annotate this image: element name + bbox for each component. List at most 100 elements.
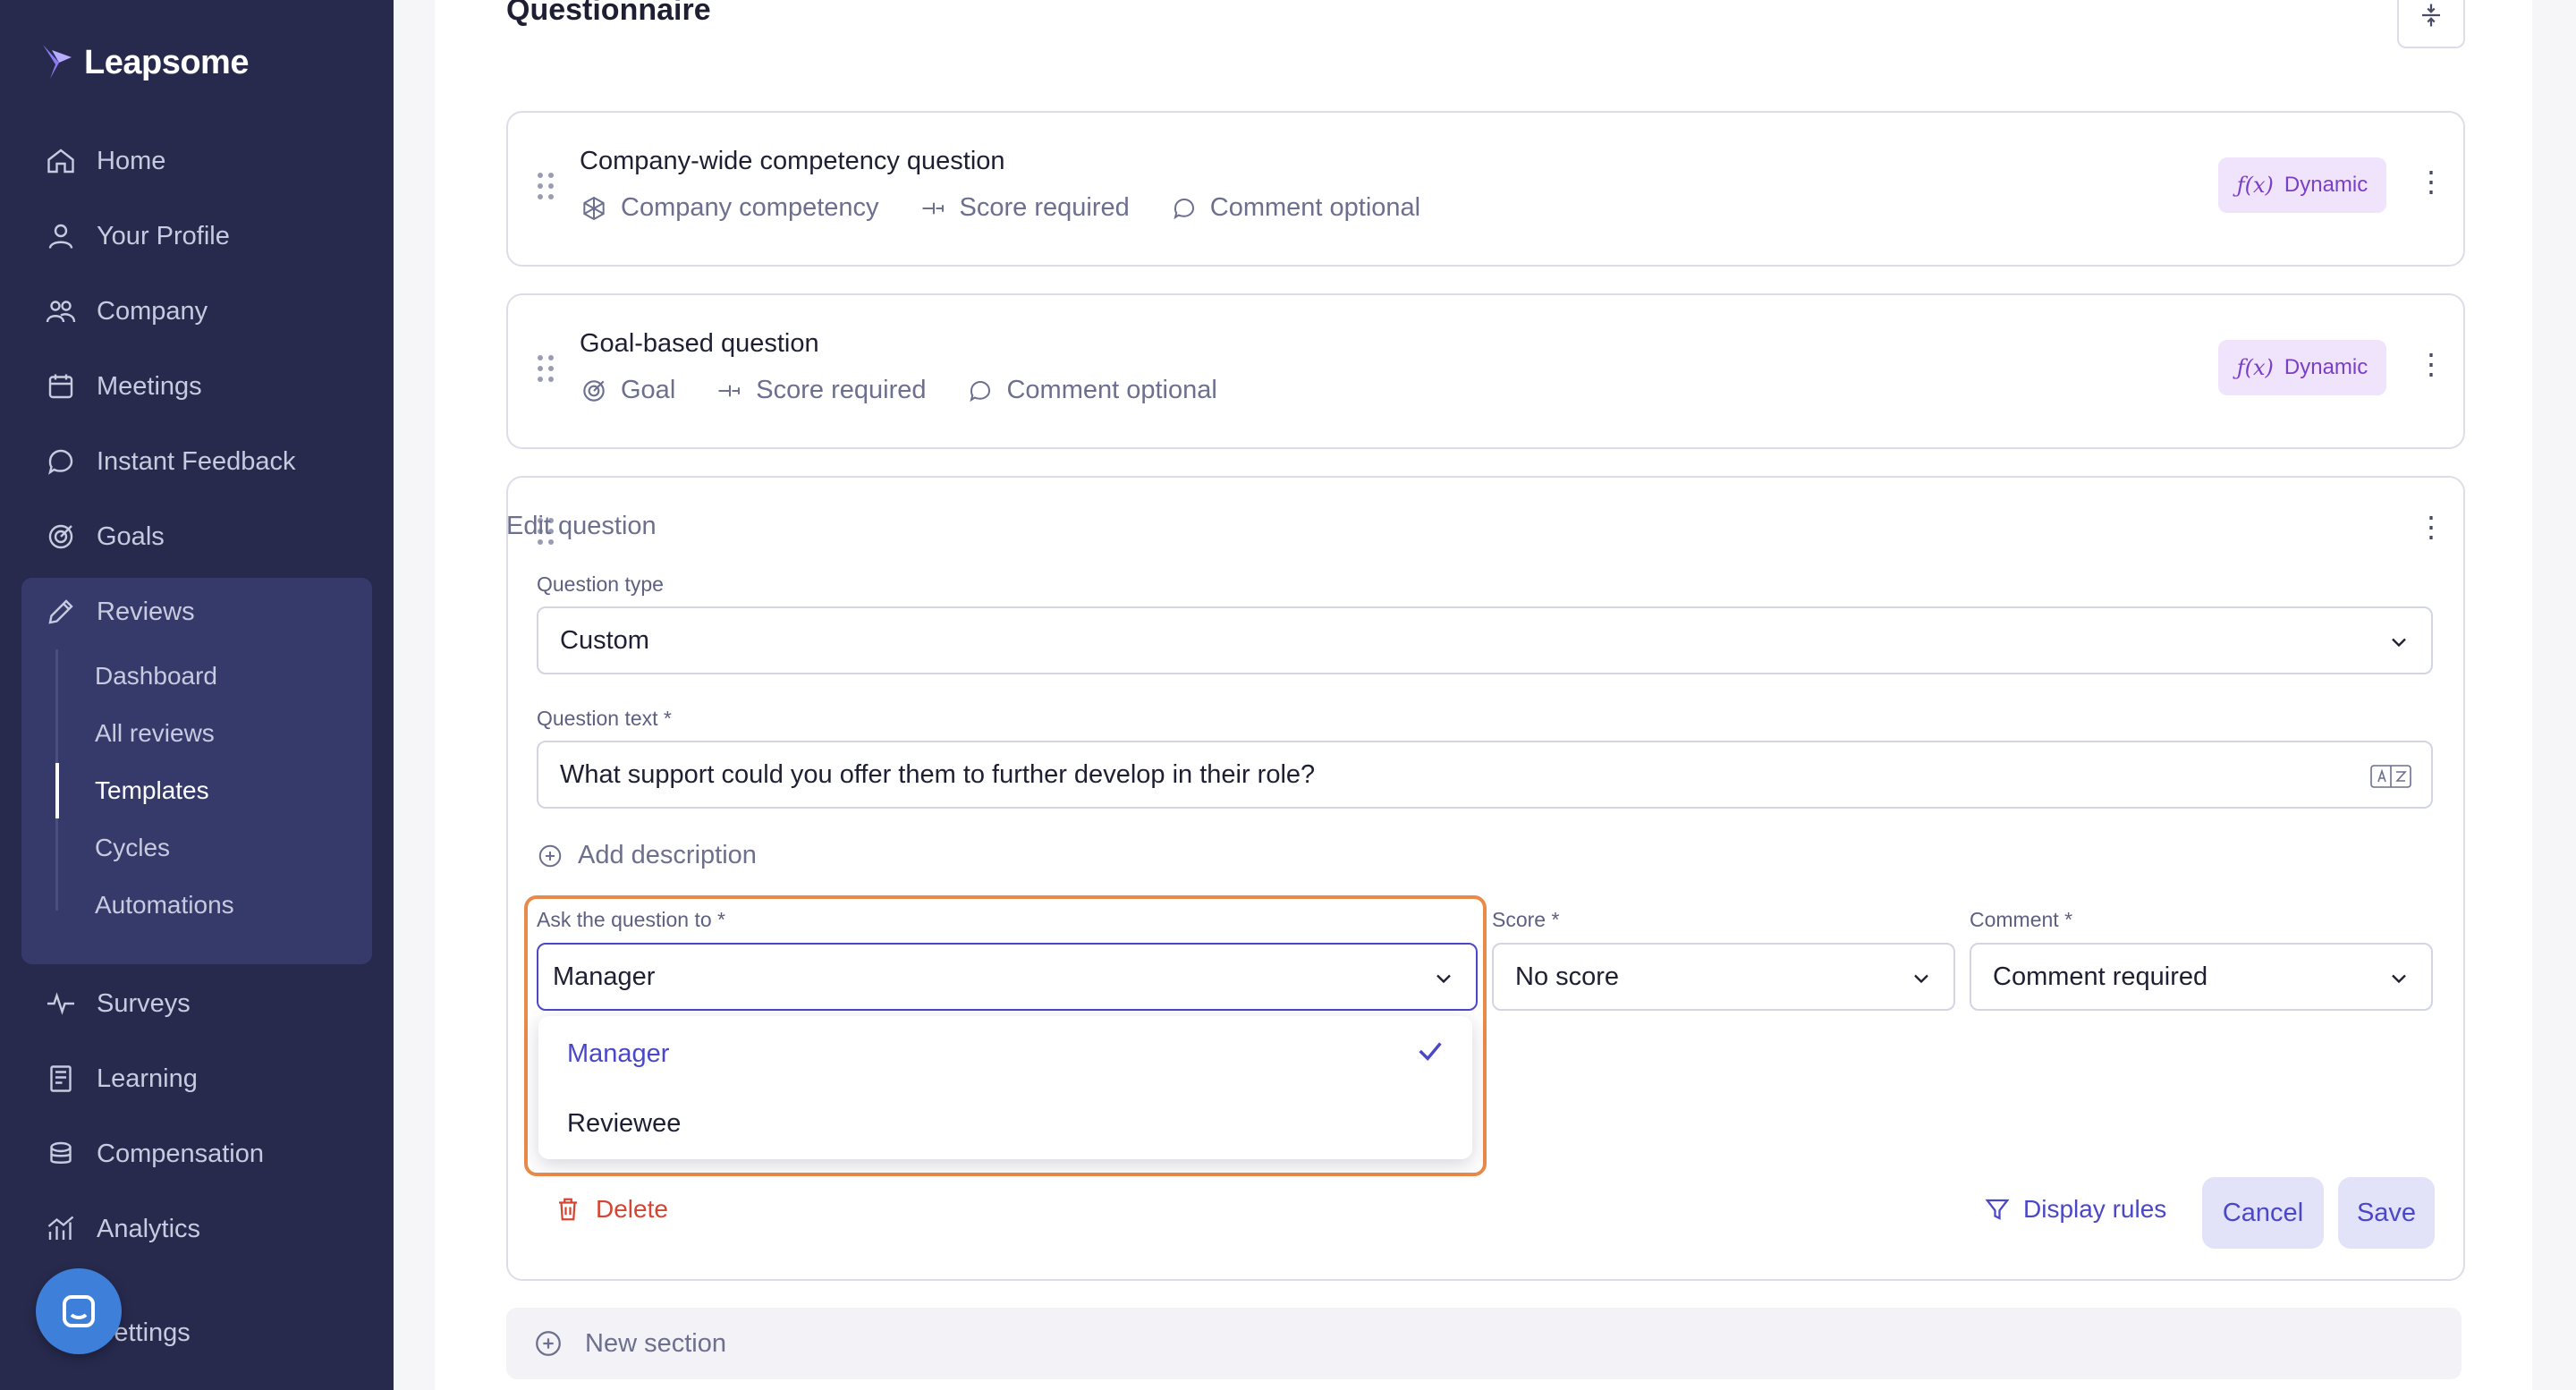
delete-label: Delete <box>596 1195 668 1223</box>
option-reviewee[interactable]: Reviewee <box>567 1109 681 1139</box>
question-meta: Goal Score required Comment optional <box>580 376 1217 405</box>
chevron-down-icon <box>2392 974 2406 984</box>
nav-label: Home <box>97 146 166 175</box>
question-type: Goal <box>621 376 676 404</box>
question-card[interactable]: Goal-based question Goal Score required … <box>506 293 2465 449</box>
chevron-down-icon <box>2392 638 2406 648</box>
page-margin <box>2532 0 2576 1390</box>
new-section-label: New section <box>585 1328 726 1358</box>
comment-select[interactable]: Comment required <box>1970 943 2433 1011</box>
sidebar-item-templates[interactable]: Templates <box>95 776 209 805</box>
question-card[interactable]: Company-wide competency question Company… <box>506 111 2465 267</box>
question-type-value: Custom <box>560 625 649 655</box>
page-title: Questionnaire <box>506 0 711 27</box>
filter-icon <box>1985 1199 2010 1220</box>
nav-item-surveys[interactable]: Surveys <box>45 987 191 1020</box>
drag-handle-icon[interactable] <box>537 354 555 383</box>
nav-label: Goals <box>97 521 165 551</box>
save-button[interactable]: Save <box>2338 1177 2435 1249</box>
sidebar-item-dashboard[interactable]: Dashboard <box>95 662 217 691</box>
function-icon: ƒ(x) <box>2236 173 2274 198</box>
dynamic-badge[interactable]: ƒ(x) Dynamic <box>2218 340 2386 395</box>
users-icon <box>46 301 76 323</box>
nav-label: Learning <box>97 1064 198 1093</box>
main-content: Questionnaire Company-wide competency qu… <box>435 0 2532 1390</box>
ask-question-to-select[interactable]: Manager <box>537 943 1478 1011</box>
nav-item-compensation[interactable]: Compensation <box>45 1138 264 1170</box>
cancel-button[interactable]: Cancel <box>2202 1177 2324 1249</box>
nav-item-your-profile[interactable]: Your Profile <box>45 220 230 252</box>
chat-widget-icon <box>63 1295 95 1327</box>
add-description-label: Add description <box>578 841 757 869</box>
chart-icon <box>47 1216 74 1240</box>
question-title: Company-wide competency question <box>580 147 1005 175</box>
nav-item-analytics[interactable]: Analytics <box>45 1213 200 1245</box>
chevron-down-icon <box>1914 974 1928 984</box>
nav-label: Instant Feedback <box>97 446 296 476</box>
score-label: Score * <box>1492 908 1560 931</box>
sidebar-item-automations[interactable]: Automations <box>95 891 234 920</box>
nav-item-goals[interactable]: Goals <box>45 521 165 553</box>
comment-icon <box>970 380 991 402</box>
nav-item-reviews[interactable]: Reviews <box>45 596 195 628</box>
brand-name: Leapsome <box>84 43 249 81</box>
badge-label: Dynamic <box>2284 173 2368 197</box>
collapse-all-button[interactable] <box>2397 0 2465 48</box>
support-chat-button[interactable] <box>36 1268 122 1354</box>
comment-icon <box>1174 198 1194 219</box>
pencil-icon <box>48 599 73 624</box>
nav-label: Your Profile <box>97 221 230 250</box>
nav-item-home[interactable]: Home <box>45 145 165 177</box>
question-text-label: Question text * <box>537 707 672 730</box>
translate-icon[interactable] <box>2370 764 2411 789</box>
comment-requirement: Comment optional <box>1006 376 1217 404</box>
sidebar-item-all-reviews[interactable]: All reviews <box>95 719 215 748</box>
comment-value: Comment required <box>1993 962 2208 991</box>
add-description-button[interactable]: Add description <box>537 841 757 870</box>
leapsome-logo-icon <box>43 45 72 79</box>
chevron-down-icon <box>1436 974 1451 984</box>
display-rules-label: Display rules <box>2023 1195 2167 1223</box>
score-icon <box>922 202 944 214</box>
comment-label: Comment * <box>1970 908 2073 931</box>
sidebar: Leapsome Home Your Profile Company Meeti… <box>0 0 394 1390</box>
user-icon <box>48 224 73 249</box>
display-rules-button[interactable]: Display rules <box>1984 1195 2166 1224</box>
score-select[interactable]: No score <box>1492 943 1955 1011</box>
more-options-icon[interactable]: ⋮ <box>2417 165 2445 199</box>
drag-handle-icon[interactable] <box>537 172 555 200</box>
ask-question-to-label: Ask the question to * <box>537 908 725 931</box>
nav-label: Reviews <box>97 597 195 626</box>
edit-question-title: Edit question <box>506 512 657 540</box>
option-manager[interactable]: Manager <box>567 1039 669 1069</box>
score-icon <box>718 385 741 396</box>
nav-item-instant-feedback[interactable]: Instant Feedback <box>45 445 295 478</box>
more-options-icon[interactable]: ⋮ <box>2417 347 2445 381</box>
question-type-label: Question type <box>537 572 664 596</box>
ask-question-to-value: Manager <box>553 962 656 991</box>
question-text-input[interactable]: What support could you offer them to fur… <box>537 741 2433 809</box>
delete-button[interactable]: Delete <box>555 1195 668 1224</box>
nav-item-meetings[interactable]: Meetings <box>45 370 202 403</box>
collapse-icon <box>2422 4 2440 27</box>
nav-item-learning[interactable]: Learning <box>45 1063 198 1095</box>
competency-icon <box>583 196 605 220</box>
question-text-value: What support could you offer them to fur… <box>560 759 1316 789</box>
dynamic-badge[interactable]: ƒ(x) Dynamic <box>2218 157 2386 213</box>
nav-item-company[interactable]: Company <box>45 295 208 327</box>
brand-logo[interactable]: Leapsome <box>39 43 249 82</box>
nav-label: Company <box>97 296 208 326</box>
ask-question-to-dropdown: Manager Reviewee <box>538 1016 1472 1159</box>
more-options-icon[interactable]: ⋮ <box>2417 510 2445 544</box>
nav-label: Meetings <box>97 371 202 401</box>
badge-label: Dynamic <box>2284 355 2368 379</box>
plus-circle-icon <box>536 1331 561 1356</box>
question-type-select[interactable]: Custom <box>537 606 2433 674</box>
score-value: No score <box>1515 962 1620 991</box>
nav-label: Compensation <box>97 1139 264 1168</box>
sidebar-item-cycles[interactable]: Cycles <box>95 834 170 862</box>
new-section-button[interactable]: New section <box>506 1308 2462 1379</box>
check-icon <box>1419 1042 1442 1062</box>
target-icon <box>48 524 73 549</box>
pulse-icon <box>47 992 74 1015</box>
